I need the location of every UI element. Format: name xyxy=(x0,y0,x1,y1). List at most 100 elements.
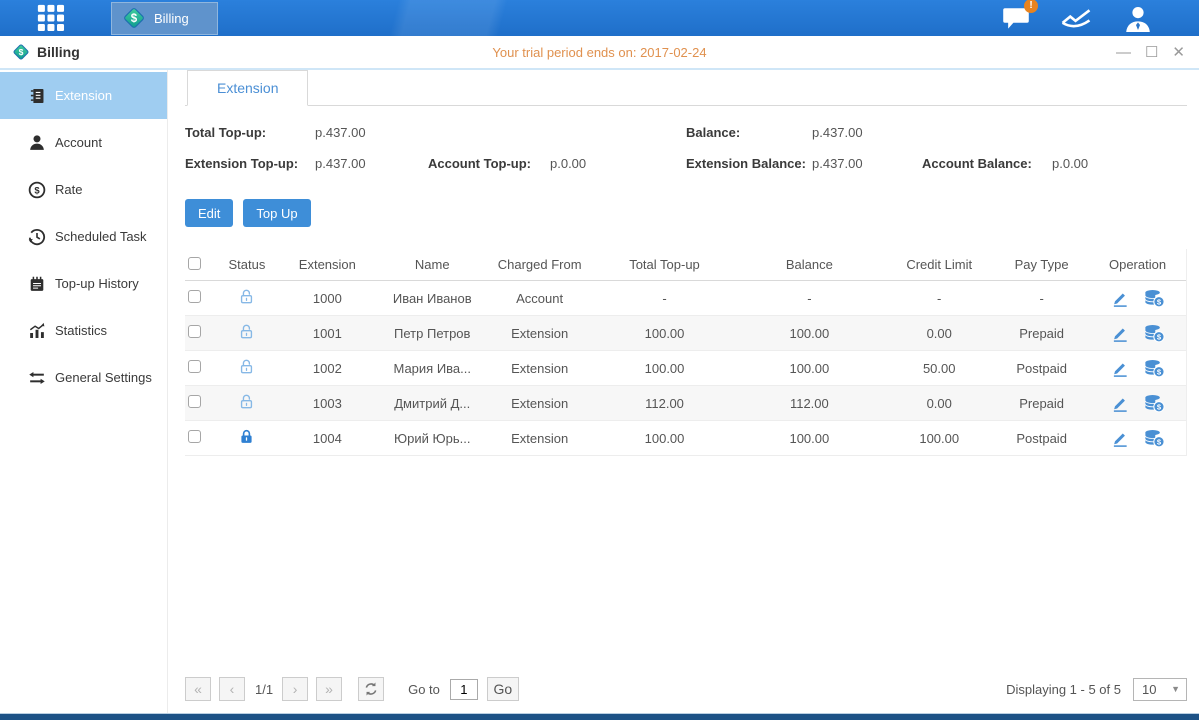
row-checkbox[interactable] xyxy=(188,430,201,443)
topup-coins-icon[interactable]: $ xyxy=(1144,289,1165,308)
balance-cell: - xyxy=(734,291,884,306)
window-title: $ Billing xyxy=(12,43,80,61)
operation-cell: $ xyxy=(1089,359,1186,378)
row-checkbox[interactable] xyxy=(188,325,201,338)
balance-cell: 100.00 xyxy=(734,326,884,341)
pay-type-cell: Prepaid xyxy=(994,396,1089,411)
line-chart-icon[interactable] xyxy=(1060,6,1093,31)
top-app-bar: $ Billing ! xyxy=(0,0,1199,36)
credit-limit-cell: 50.00 xyxy=(884,361,994,376)
balance-label: Balance: xyxy=(686,125,812,140)
table-row: 1000 Иван Иванов Account - - - - $ xyxy=(185,281,1186,316)
user-icon[interactable] xyxy=(1123,5,1153,32)
sidebar-item-label: Extension xyxy=(55,88,112,103)
taskbar-tab-label: Billing xyxy=(154,11,189,26)
total-topup-cell: 100.00 xyxy=(595,431,735,446)
locked-icon xyxy=(238,428,255,445)
pagination-bar: « ‹ 1/1 › » Go to Go Displaying 1 - 5 of… xyxy=(185,665,1187,713)
notification-badge: ! xyxy=(1024,0,1038,13)
sidebar-item[interactable]: General Settings xyxy=(0,354,167,401)
unlocked-icon xyxy=(238,358,255,375)
tab-extension[interactable]: Extension xyxy=(187,70,308,106)
close-button[interactable]: ✕ xyxy=(1172,45,1185,60)
column-credit-limit: Credit Limit xyxy=(884,257,994,272)
operation-cell: $ xyxy=(1089,289,1186,308)
column-status: Status xyxy=(219,257,275,272)
page-indicator: 1/1 xyxy=(255,682,273,697)
name-cell: Юрий Юрь... xyxy=(380,431,485,446)
topup-coins-icon[interactable]: $ xyxy=(1144,394,1165,413)
sidebar-item[interactable]: $ Rate xyxy=(0,166,167,213)
sidebar-item-label: Statistics xyxy=(55,323,107,338)
sidebar-item[interactable]: Account xyxy=(0,119,167,166)
extension-cell: 1002 xyxy=(275,361,380,376)
credit-limit-cell: 100.00 xyxy=(884,431,994,446)
table-row: 1002 Мария Ива... Extension 100.00 100.0… xyxy=(185,351,1186,386)
balance-cell: 112.00 xyxy=(734,396,884,411)
sidebar-item-label: Account xyxy=(55,135,102,150)
column-charged-from: Charged From xyxy=(485,257,595,272)
row-checkbox[interactable] xyxy=(188,395,201,408)
chat-icon[interactable]: ! xyxy=(1002,5,1030,32)
tab-bar: Extension xyxy=(185,70,1187,106)
last-page-button[interactable]: » xyxy=(316,677,342,701)
edit-pencil-icon[interactable] xyxy=(1111,394,1129,412)
name-cell: Петр Петров xyxy=(380,326,485,341)
account-balance-label: Account Balance: xyxy=(922,156,1052,171)
svg-text:$: $ xyxy=(19,47,24,57)
notepad-icon xyxy=(28,275,46,293)
edit-pencil-icon[interactable] xyxy=(1111,324,1129,342)
name-cell: Дмитрий Д... xyxy=(380,396,485,411)
app-grid-icon[interactable] xyxy=(36,3,66,33)
go-button[interactable]: Go xyxy=(487,677,519,701)
row-checkbox[interactable] xyxy=(188,290,201,303)
history-clock-icon xyxy=(28,228,46,246)
extension-balance-label: Extension Balance: xyxy=(686,156,812,171)
credit-limit-cell: - xyxy=(884,291,994,306)
select-all-checkbox[interactable] xyxy=(188,257,201,270)
edit-button[interactable]: Edit xyxy=(185,199,233,227)
sidebar-item[interactable]: Scheduled Task xyxy=(0,213,167,260)
sidebar: Extension Account $ Rate Scheduled Task … xyxy=(0,70,168,713)
bar-chart-icon xyxy=(28,322,46,340)
desktop-bottom-strip xyxy=(0,713,1199,720)
maximize-button[interactable]: ☐ xyxy=(1145,45,1158,60)
svg-text:$: $ xyxy=(131,13,138,25)
sidebar-item[interactable]: Extension xyxy=(0,72,167,119)
sidebar-item[interactable]: Statistics xyxy=(0,307,167,354)
edit-pencil-icon[interactable] xyxy=(1111,289,1129,307)
topup-coins-icon[interactable]: $ xyxy=(1144,324,1165,343)
topup-coins-icon[interactable]: $ xyxy=(1144,359,1165,378)
charged-from-cell: Account xyxy=(485,291,595,306)
unlocked-icon xyxy=(238,393,255,410)
taskbar-billing-tab[interactable]: $ Billing xyxy=(111,2,218,35)
total-topup-value: p.437.00 xyxy=(315,125,366,140)
extensions-table: Status Extension Name Charged From Total… xyxy=(185,249,1187,456)
sidebar-item-label: Rate xyxy=(55,182,82,197)
charged-from-cell: Extension xyxy=(485,326,595,341)
column-extension: Extension xyxy=(275,257,380,272)
topup-coins-icon[interactable]: $ xyxy=(1144,429,1165,448)
goto-page-input[interactable] xyxy=(450,679,478,700)
table-row: 1001 Петр Петров Extension 100.00 100.00… xyxy=(185,316,1186,351)
charged-from-cell: Extension xyxy=(485,396,595,411)
first-page-button[interactable]: « xyxy=(185,677,211,701)
balance-cell: 100.00 xyxy=(734,431,884,446)
edit-pencil-icon[interactable] xyxy=(1111,359,1129,377)
ledger-icon xyxy=(28,87,46,105)
extension-topup-label: Extension Top-up: xyxy=(185,156,315,171)
operation-cell: $ xyxy=(1089,324,1186,343)
next-page-button[interactable]: › xyxy=(282,677,308,701)
top-up-button[interactable]: Top Up xyxy=(243,199,310,227)
prev-page-button[interactable]: ‹ xyxy=(219,677,245,701)
table-row: 1004 Юрий Юрь... Extension 100.00 100.00… xyxy=(185,421,1186,456)
refresh-button[interactable] xyxy=(358,677,384,701)
page-size-select[interactable]: 10 ▼ xyxy=(1133,678,1187,701)
row-checkbox[interactable] xyxy=(188,360,201,373)
pay-type-cell: - xyxy=(994,291,1089,306)
minimize-button[interactable]: — xyxy=(1116,45,1131,60)
operation-cell: $ xyxy=(1089,394,1186,413)
sidebar-item[interactable]: Top-up History xyxy=(0,260,167,307)
account-topup-value: p.0.00 xyxy=(550,156,586,171)
edit-pencil-icon[interactable] xyxy=(1111,429,1129,447)
